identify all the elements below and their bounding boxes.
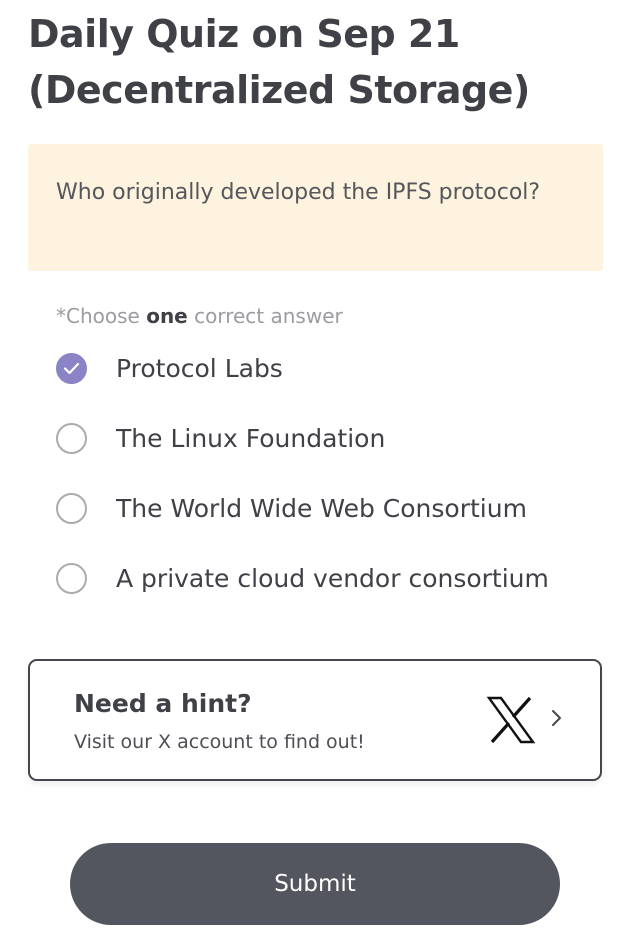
radio-unchecked-icon[interactable] [56,562,87,594]
answer-option-label: The Linux Foundation [116,423,386,453]
answer-option[interactable]: The World Wide Web Consortium [56,473,616,543]
hint-card[interactable]: Need a hint? Visit our X account to find… [28,659,602,781]
answer-option[interactable]: The Linux Foundation [56,403,616,473]
radio-checked-icon[interactable] [56,352,87,384]
answer-option-label: The World Wide Web Consortium [116,493,527,523]
chevron-right-icon [552,710,561,726]
question-text: Who originally developed the IPFS protoc… [56,180,541,205]
submit-button[interactable]: Submit [70,843,560,925]
answer-option-label: Protocol Labs [116,353,283,383]
radio-unchecked-icon[interactable] [56,422,87,454]
hint-subtitle: Visit our X account to find out! [74,731,365,753]
answer-option-label: A private cloud vendor consortium [116,563,549,593]
instruction-emphasis: one [146,304,188,328]
answer-option[interactable]: A private cloud vendor consortium [56,543,616,613]
radio-unchecked-icon[interactable] [56,492,87,524]
x-logo-icon [486,696,536,744]
instruction-prefix: *Choose [56,304,147,328]
quiz-title: Daily Quiz on Sep 21 (Decentralized Stor… [28,12,530,112]
instruction-suffix: correct answer [187,304,343,328]
question-box: Who originally developed the IPFS protoc… [28,144,603,271]
answer-option[interactable]: Protocol Labs [56,333,616,403]
answer-instruction: *Choose one correct answer [56,302,343,330]
answer-options: Protocol Labs The Linux Foundation The W… [56,333,616,613]
quiz-page: Daily Quiz on Sep 21 (Decentralized Stor… [0,0,630,940]
hint-title: Need a hint? [74,689,252,718]
